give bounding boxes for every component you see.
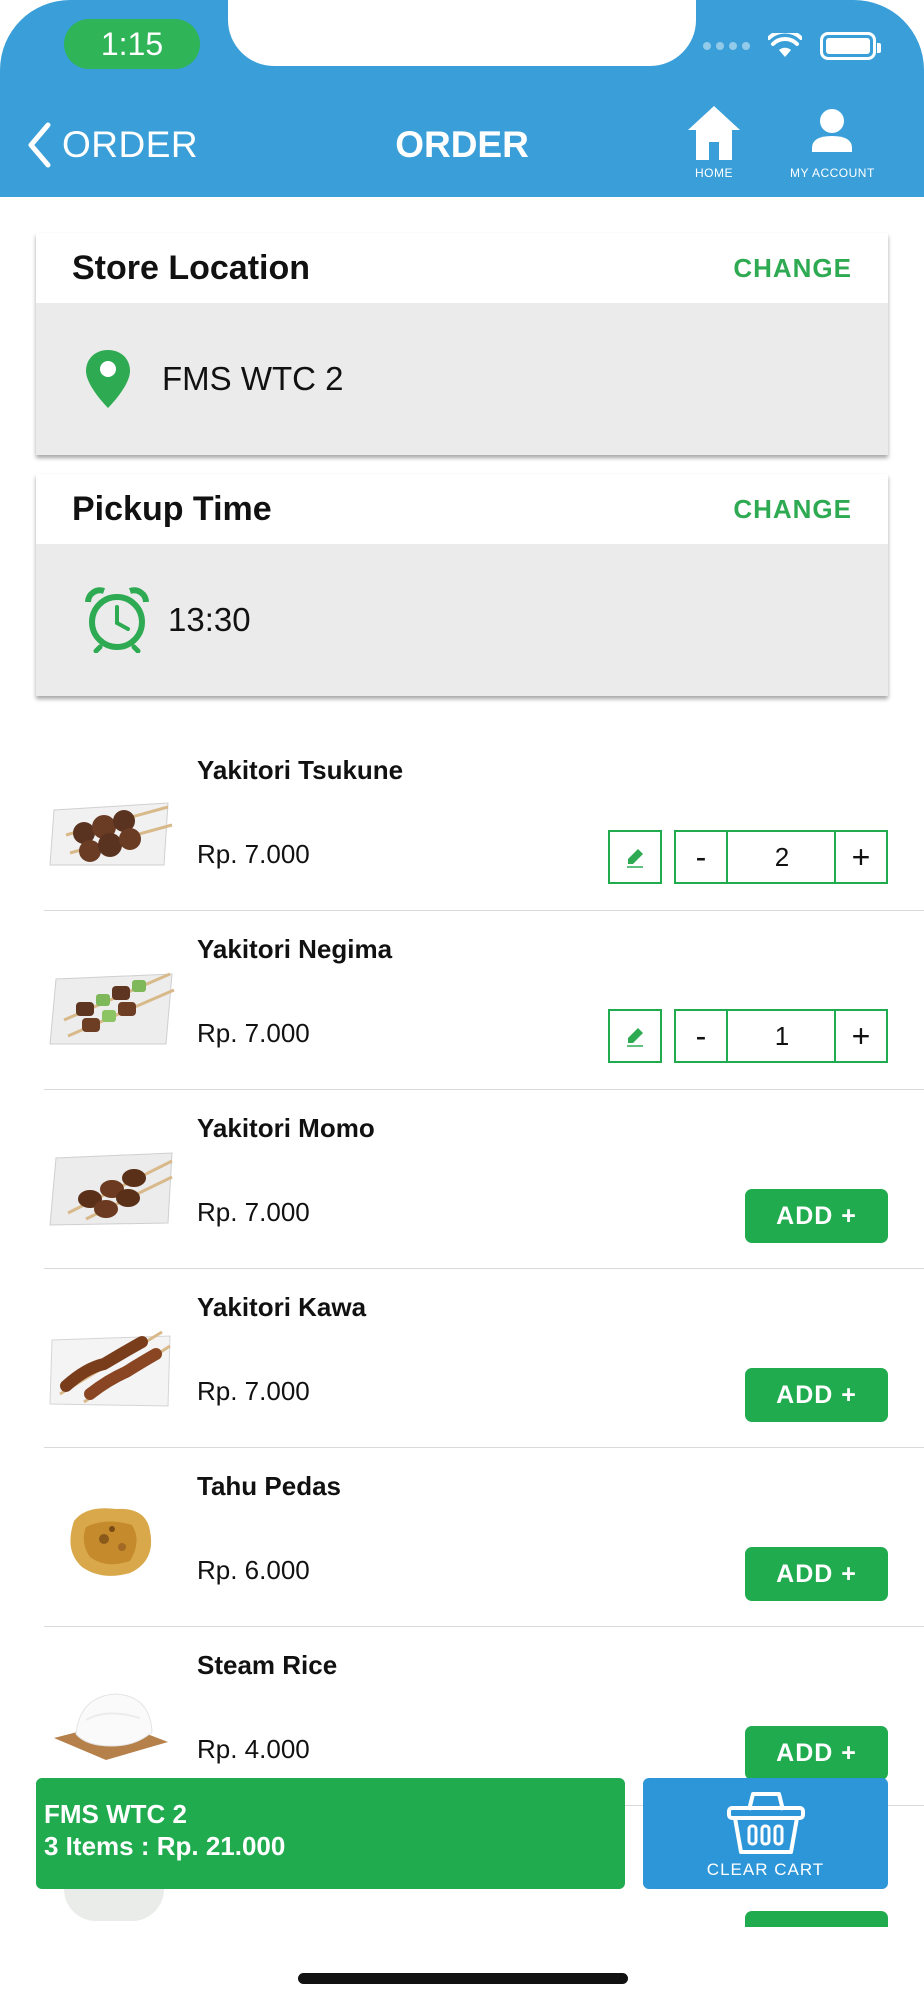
alarm-clock-icon xyxy=(85,587,149,653)
wifi-icon xyxy=(768,33,802,57)
item-price: Rp. 7.000 xyxy=(197,1376,310,1406)
cart-total: 3 Items : Rp. 21.000 xyxy=(44,1831,286,1861)
clear-cart-label: CLEAR CART xyxy=(706,1859,825,1879)
edit-note-button[interactable] xyxy=(608,830,662,884)
store-location-body: FMS WTC 2 xyxy=(36,303,888,455)
item-name: Steam Rice xyxy=(197,1650,338,1680)
menu-item: Yakitori Kawa Rp. 7.000 ADD + xyxy=(44,1270,924,1448)
item-price: Rp. 7.000 xyxy=(197,1197,310,1227)
increase-quantity-button[interactable]: + xyxy=(834,830,888,884)
pickup-time-title: Pickup Time xyxy=(72,489,272,528)
pickup-time-header: Pickup Time CHANGE xyxy=(36,474,888,544)
pencil-icon xyxy=(627,849,643,868)
edit-note-button[interactable] xyxy=(608,1009,662,1063)
add-to-cart-button[interactable]: ADD + xyxy=(745,1368,888,1422)
home-label: HOME xyxy=(695,166,733,180)
item-price: Rp. 7.000 xyxy=(197,1018,310,1048)
app-header: 1:15 ORDER ORDER HOME MY ACCOUNT xyxy=(0,0,924,197)
add-to-cart-button[interactable]: ADD + xyxy=(745,1726,888,1780)
cart-summary-button[interactable]: FMS WTC 2 3 Items : Rp. 21.000 xyxy=(36,1778,625,1889)
map-pin-icon xyxy=(86,350,130,408)
menu-item: Yakitori Tsukune Rp. 7.000 - 2 + xyxy=(44,733,924,911)
store-location-title: Store Location xyxy=(72,248,311,287)
add-to-cart-button[interactable]: ADD + xyxy=(745,1547,888,1601)
item-name: Yakitori Tsukune xyxy=(197,755,404,785)
food-image xyxy=(44,1113,178,1243)
battery-icon xyxy=(820,32,881,60)
pencil-icon xyxy=(627,1028,643,1047)
pickup-time-value: 13:30 xyxy=(168,601,251,638)
user-icon xyxy=(812,109,853,152)
food-image xyxy=(44,755,178,885)
pickup-time-body: 13:30 xyxy=(36,544,888,696)
pickup-time-card: Pickup Time CHANGE 13:30 xyxy=(36,474,888,696)
menu-item: Yakitori Momo Rp. 7.000 ADD + xyxy=(44,1091,924,1269)
item-price: Rp. 4.000 xyxy=(197,1734,310,1764)
food-image xyxy=(44,1650,178,1780)
basket-icon xyxy=(726,1791,805,1854)
change-store-button[interactable]: CHANGE xyxy=(733,253,852,284)
store-location-value: FMS WTC 2 xyxy=(162,360,344,397)
food-image xyxy=(44,934,178,1064)
menu-item: Yakitori Negima Rp. 7.000 - 1 + xyxy=(44,912,924,1090)
food-image xyxy=(44,1292,178,1422)
quantity-value: 2 xyxy=(728,830,836,884)
home-indicator xyxy=(298,1973,628,1984)
cellular-signal-icon xyxy=(703,42,750,50)
status-indicators xyxy=(703,32,881,60)
status-time: 1:15 xyxy=(64,19,200,69)
menu-item: Tahu Pedas Rp. 6.000 ADD + xyxy=(44,1449,924,1627)
store-location-header: Store Location CHANGE xyxy=(36,233,888,303)
quantity-value: 1 xyxy=(728,1009,836,1063)
add-to-cart-button[interactable]: ADD + xyxy=(745,1189,888,1243)
cart-store-name: FMS WTC 2 xyxy=(44,1799,187,1829)
menu-item-partial xyxy=(44,1889,924,1927)
item-name: Yakitori Negima xyxy=(197,934,393,964)
home-icon xyxy=(688,106,740,160)
item-name: Yakitori Kawa xyxy=(197,1292,367,1322)
food-image xyxy=(44,1471,178,1601)
device-notch xyxy=(228,0,696,66)
store-location-card: Store Location CHANGE FMS WTC 2 xyxy=(36,233,888,455)
clear-cart-button[interactable]: CLEAR CART xyxy=(643,1778,888,1889)
change-pickup-time-button[interactable]: CHANGE xyxy=(733,494,852,525)
home-button[interactable]: HOME xyxy=(686,104,742,180)
decrease-quantity-button[interactable]: - xyxy=(674,1009,728,1063)
item-price: Rp. 6.000 xyxy=(197,1555,310,1585)
add-to-cart-button[interactable] xyxy=(745,1911,888,1927)
item-name: Tahu Pedas xyxy=(197,1471,342,1501)
item-price: Rp. 7.000 xyxy=(197,839,310,869)
my-account-label: MY ACCOUNT xyxy=(790,166,875,180)
page-title: ORDER xyxy=(395,124,529,165)
my-account-button[interactable]: MY ACCOUNT xyxy=(790,104,875,180)
food-image xyxy=(64,1889,164,1921)
decrease-quantity-button[interactable]: - xyxy=(674,830,728,884)
increase-quantity-button[interactable]: + xyxy=(834,1009,888,1063)
item-name: Yakitori Momo xyxy=(197,1113,375,1143)
